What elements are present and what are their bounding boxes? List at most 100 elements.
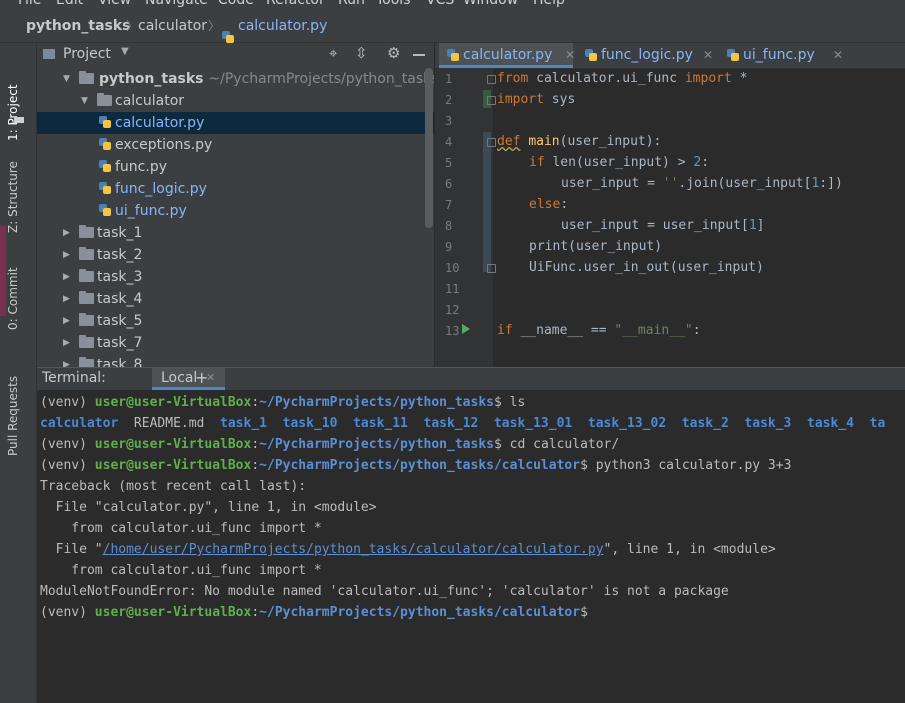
tab-structure[interactable]: Z: Structure (6, 143, 20, 233)
tree-item-func-py[interactable]: func.py (37, 156, 434, 178)
tree-item-task-4[interactable]: ▶ task_4 (37, 288, 434, 310)
chevron-down-icon[interactable]: ▼ (63, 68, 70, 90)
breadcrumb-project[interactable]: python_tasks (26, 18, 131, 34)
editor-tab-calculator-py[interactable]: calculator.py ✕ (439, 43, 575, 68)
project-scrollbar[interactable] (425, 68, 433, 228)
project-panel-header: Project ▼ ⌖ ⇳ ⚙ (37, 43, 434, 68)
breadcrumb-folder[interactable]: calculator (138, 18, 207, 34)
code-line-7: else: (529, 197, 568, 212)
chevron-right-icon[interactable]: ▶ (63, 332, 70, 354)
close-icon[interactable]: ✕ (703, 43, 713, 67)
fold-icon[interactable] (487, 75, 496, 84)
tree-item-task-5[interactable]: ▶ task_5 (37, 310, 434, 332)
collapse-all-icon[interactable]: ⇳ (355, 44, 368, 62)
tree-item-func-logic-py[interactable]: func_logic.py (37, 178, 434, 200)
python-file-icon (447, 49, 459, 61)
fold-icon[interactable] (487, 138, 496, 147)
menu-window[interactable]: Window (463, 0, 518, 8)
file-link[interactable]: /home/user/PycharmProjects/python_tasks/… (103, 542, 604, 557)
tree-label: task_4 (97, 291, 143, 307)
editor-tab-ui-func-py[interactable]: ui_func.py ✕ (721, 43, 855, 68)
python-file-icon (585, 49, 597, 61)
code-text: : (560, 197, 569, 212)
code-text: .join(user_input[ (678, 176, 812, 191)
tree-item-task-7[interactable]: ▶ task_7 (37, 332, 434, 354)
tree-label: task_5 (97, 313, 143, 329)
fold-icon[interactable] (487, 264, 496, 273)
tree-item-calculator[interactable]: ▼ calculator (37, 90, 434, 112)
terminal-title: Terminal: (42, 370, 106, 386)
tree-item-task-3[interactable]: ▶ task_3 (37, 266, 434, 288)
menu-bar: File Edit View Navigate Code Refactor Ru… (0, 0, 905, 12)
chevron-right-icon[interactable]: ▶ (63, 310, 70, 332)
terminal-line: (venv) user@user-VirtualBox:~/PycharmPro… (40, 395, 525, 410)
folder-icon (79, 291, 94, 304)
code-line-10: UiFunc.user_in_out(user_input) (529, 260, 764, 275)
tab-pull-requests[interactable]: Pull Requests (6, 346, 20, 456)
tab-commit[interactable]: 0: Commit (6, 250, 20, 330)
menu-edit[interactable]: Edit (56, 0, 83, 8)
menu-vcs[interactable]: VCS (426, 0, 454, 8)
tree-item-calculator-py[interactable]: calculator.py (37, 112, 434, 134)
terminal-tab-local[interactable]: Local ✕ (152, 368, 225, 390)
tree-item-task-2[interactable]: ▶ task_2 (37, 244, 434, 266)
folder-icon (79, 357, 94, 367)
menu-code[interactable]: Code (218, 0, 254, 8)
tree-item-exceptions-py[interactable]: exceptions.py (37, 134, 434, 156)
new-terminal-button[interactable]: + (195, 368, 208, 387)
chevron-right-icon[interactable]: ▶ (63, 354, 70, 367)
tree-label: task_2 (97, 247, 143, 263)
command: $ cd calculator/ (493, 437, 620, 452)
tree-item-task-8[interactable]: ▶ task_8 (37, 354, 434, 367)
python-file-icon (727, 49, 739, 61)
chevron-down-icon[interactable]: ▼ (121, 46, 129, 57)
tree-item-python-tasks[interactable]: ▼ python_tasks ~/PycharmProjects/python_… (37, 68, 434, 90)
menu-file[interactable]: File (18, 0, 41, 8)
folder-icon (79, 225, 94, 238)
keyword: if (497, 323, 513, 338)
menu-refactor[interactable]: Refactor (266, 0, 325, 8)
locate-icon[interactable]: ⌖ (329, 44, 337, 62)
hide-icon[interactable] (413, 54, 425, 56)
gear-icon[interactable]: ⚙ (387, 44, 400, 62)
menu-help[interactable]: Help (533, 0, 565, 8)
project-tool-icon (14, 117, 24, 123)
code-text: :]) (819, 176, 843, 191)
left-tool-strip: 1: Project Z: Structure 0: Commit Pull R… (0, 43, 37, 703)
chevron-right-icon[interactable]: ▶ (63, 222, 70, 244)
chevron-right-icon[interactable]: ▶ (63, 288, 70, 310)
terminal-output[interactable]: (venv) user@user-VirtualBox:~/PycharmPro… (40, 391, 905, 703)
chevron-right-icon[interactable]: ▶ (63, 266, 70, 288)
menu-tools[interactable]: Tools (376, 0, 411, 8)
code-line-4: def main(user_input): (497, 134, 661, 149)
menu-navigate[interactable]: Navigate (145, 0, 208, 8)
tab-project[interactable]: 1: Project (6, 51, 20, 141)
python-file-icon (99, 138, 111, 150)
editor-tab-label: calculator.py (463, 47, 553, 63)
editor-tab-func-logic-py[interactable]: func_logic.py ✕ (579, 43, 715, 68)
folder-icon (79, 335, 94, 348)
chevron-right-icon[interactable]: ▶ (63, 244, 70, 266)
project-panel-title[interactable]: Project (63, 46, 111, 62)
terminal-line: (venv) user@user-VirtualBox:~/PycharmPro… (40, 458, 791, 473)
project-tree: ▼ python_tasks ~/PycharmProjects/python_… (37, 68, 434, 367)
prompt-end: $ (580, 605, 588, 620)
tree-item-ui-func-py[interactable]: ui_func.py (37, 200, 434, 222)
line-number: 9 (445, 240, 453, 254)
chevron-down-icon[interactable]: ▼ (81, 90, 88, 112)
breadcrumb-file[interactable]: calculator.py (238, 18, 327, 34)
fold-icon[interactable] (487, 96, 496, 105)
menu-view[interactable]: View (98, 0, 131, 8)
menu-run[interactable]: Run (338, 0, 365, 8)
code-text: user_input = (561, 176, 663, 191)
vcs-change-marker[interactable] (483, 132, 491, 272)
run-icon[interactable] (462, 324, 470, 334)
tree-label: func.py (115, 159, 167, 175)
close-icon[interactable]: ✕ (833, 43, 843, 67)
keyword: from (497, 71, 529, 86)
code-editor[interactable]: from calculator.ui_func import * import … (497, 68, 905, 367)
line-number: 3 (445, 114, 453, 128)
python-file-icon (99, 204, 111, 216)
close-icon[interactable]: ✕ (565, 43, 575, 67)
tree-item-task-1[interactable]: ▶ task_1 (37, 222, 434, 244)
